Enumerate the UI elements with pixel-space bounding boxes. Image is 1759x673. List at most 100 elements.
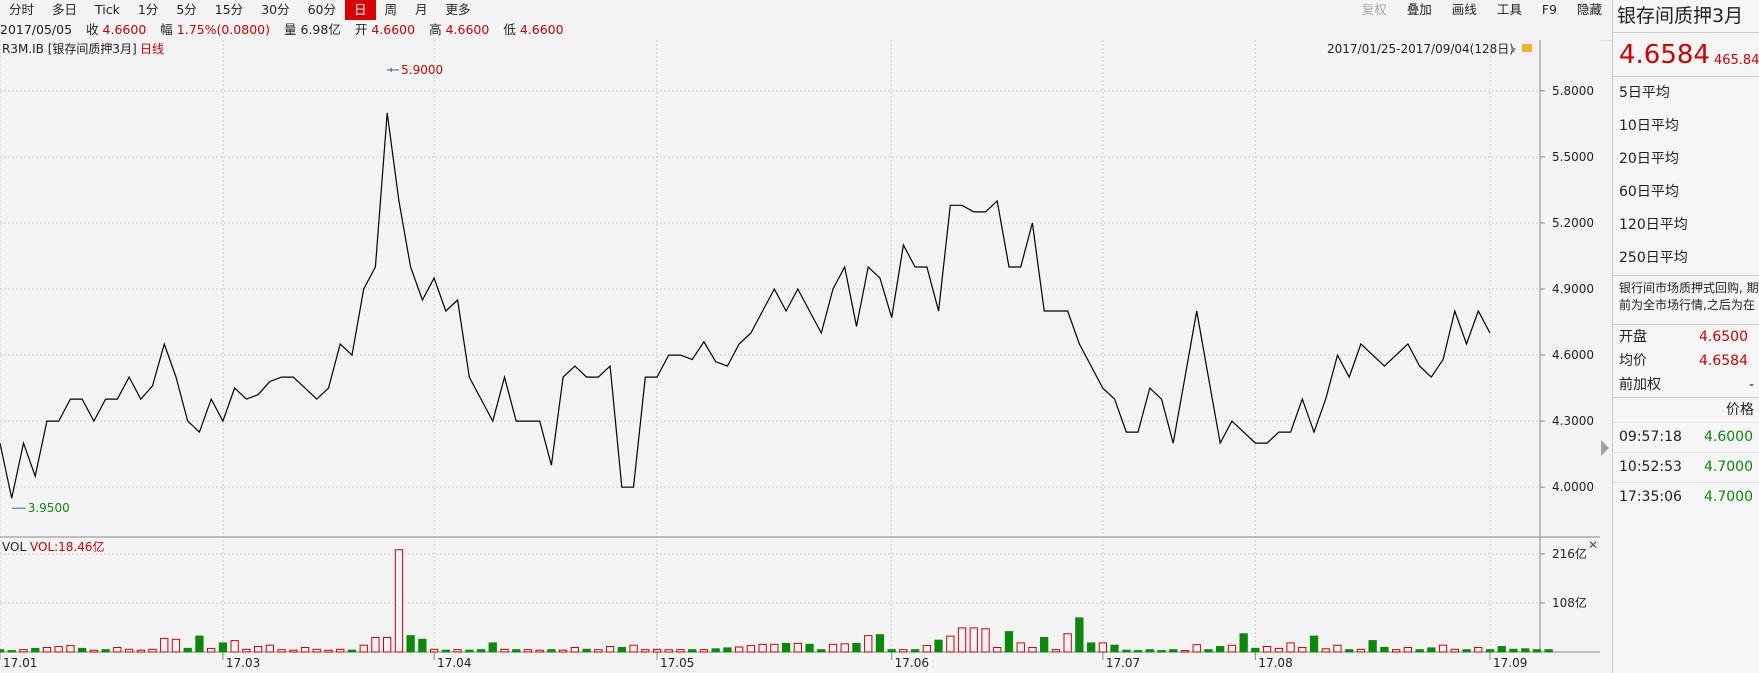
x-tick-label: 17.09 (1493, 656, 1527, 670)
volume-bar (1509, 648, 1518, 653)
volume-bar (1004, 631, 1014, 653)
volume-bar (31, 647, 40, 653)
volume-bar (1462, 649, 1471, 653)
restore-rights-button[interactable]: 复权 (1352, 0, 1397, 20)
range-dropdown-icon[interactable]: ▾ (1511, 45, 1516, 56)
volume-bar (101, 649, 110, 653)
bar-info: 2017/05/05 收 4.6600 幅 1.75%(0.0800) 量 6.98亿… (0, 20, 1612, 41)
volume-bar (1497, 646, 1506, 653)
volume-bar (746, 645, 756, 653)
tab-tick[interactable]: Tick (86, 0, 129, 20)
volume-bar (1321, 648, 1330, 653)
volume-bar (946, 635, 955, 653)
volume-bar (1016, 642, 1025, 653)
tab-weekly[interactable]: 周 (376, 0, 407, 20)
chart-code: R3M.IB [银存间质押3月] (2, 42, 137, 56)
tab-more[interactable]: 更多 (437, 0, 480, 20)
volume-bar (254, 646, 263, 653)
volume-bar (1403, 647, 1412, 653)
volume-bar (652, 648, 662, 653)
chart-period: 日线 (140, 42, 164, 56)
volume-bar (488, 642, 497, 653)
volume-bar (1239, 633, 1248, 653)
trade-row: 17:35:06 4.7000 (1613, 482, 1759, 512)
close-icon[interactable]: ✕ (1588, 538, 1598, 552)
volume-bar (160, 637, 169, 653)
volume-bar (1392, 649, 1401, 653)
volume-bar (406, 635, 415, 653)
tab-fenshi[interactable]: 分时 (0, 0, 43, 20)
tab-1min[interactable]: 1分 (129, 0, 167, 20)
tools-button[interactable]: 工具 (1487, 0, 1532, 20)
expand-panel-icon[interactable] (1601, 440, 1609, 456)
volume-bar (887, 649, 896, 653)
volume-bar (78, 647, 87, 653)
volume-bar (300, 647, 310, 653)
min-annotation: 3.9500 (28, 501, 70, 515)
tab-monthly[interactable]: 月 (406, 0, 437, 20)
tab-5min[interactable]: 5分 (167, 0, 205, 20)
volume-bar (828, 643, 838, 653)
volume-bar (1040, 637, 1049, 653)
amount: 465.84B (1713, 53, 1759, 68)
volume-bar (641, 649, 650, 653)
volume-bar (535, 649, 544, 653)
price-row: 4.6584 465.84B (1613, 33, 1759, 77)
volume-bar (793, 642, 803, 653)
lock-icon[interactable] (1522, 44, 1532, 52)
volume-bar (371, 637, 380, 653)
volume-bar (1075, 617, 1084, 653)
volume-bar (688, 649, 697, 653)
y-tick-label: 5.8000 (1552, 84, 1594, 98)
volume-bar (1098, 642, 1107, 653)
volume-bar (770, 643, 779, 653)
volume-bar (336, 648, 345, 653)
tab-15min[interactable]: 15分 (206, 0, 252, 20)
volume-bar (699, 649, 709, 653)
f9-button[interactable]: F9 (1532, 0, 1567, 20)
volume-bar (441, 649, 451, 653)
tab-multiday[interactable]: 多日 (43, 0, 86, 20)
overlay-button[interactable]: 叠加 (1397, 0, 1442, 20)
price-volume-chart[interactable]: R3M.IB [银存间质押3月] 日线 2017/01/25-2017/09/0… (0, 40, 1600, 673)
volume-bar (195, 635, 204, 653)
volume-bar (840, 643, 849, 653)
instrument-name: 银存间质押3月 (1613, 0, 1759, 33)
volume-bar (617, 647, 627, 653)
volume-bar (1521, 648, 1530, 653)
tab-30min[interactable]: 30分 (252, 0, 298, 20)
toolbar: 分时 多日 Tick 1分 5分 15分 30分 60分 日 周 月 更多 复权… (0, 0, 1612, 20)
info-date: 2017/05/05 (0, 22, 73, 37)
tab-daily[interactable]: 日 (345, 0, 376, 20)
volume-bar (1145, 649, 1154, 653)
volume-bar (383, 637, 392, 653)
volume-bar (864, 635, 873, 653)
volume-bar (1122, 649, 1131, 653)
volume-bar (1485, 649, 1495, 653)
volume-bar (1427, 647, 1436, 653)
trades-header: 价格 (1613, 397, 1759, 422)
volume-bar (54, 646, 63, 653)
open-row: 开盘 4.6500 (1619, 329, 1748, 345)
volume-bar (523, 649, 533, 653)
volume-bar (852, 642, 861, 653)
y-tick-label: 5.5000 (1552, 150, 1594, 164)
volume-bar (124, 648, 134, 653)
tab-60min[interactable]: 60分 (299, 0, 345, 20)
volume-bar (359, 644, 368, 653)
volume-bar (875, 634, 885, 653)
volume-bar (289, 649, 298, 653)
volume-bar (7, 650, 16, 653)
volume-bar (1087, 642, 1096, 653)
volume-bar (148, 648, 157, 653)
volume-bar (42, 647, 52, 653)
volume-bar (1133, 650, 1143, 653)
volume-bar (1028, 647, 1037, 653)
volume-bar (218, 642, 228, 653)
volume-bar (781, 642, 791, 653)
volume-bar (957, 627, 967, 653)
volume-bar (1298, 647, 1307, 653)
volume-bar (113, 647, 122, 653)
hide-button[interactable]: 隐藏 (1567, 0, 1612, 20)
draw-line-button[interactable]: 画线 (1442, 0, 1487, 20)
